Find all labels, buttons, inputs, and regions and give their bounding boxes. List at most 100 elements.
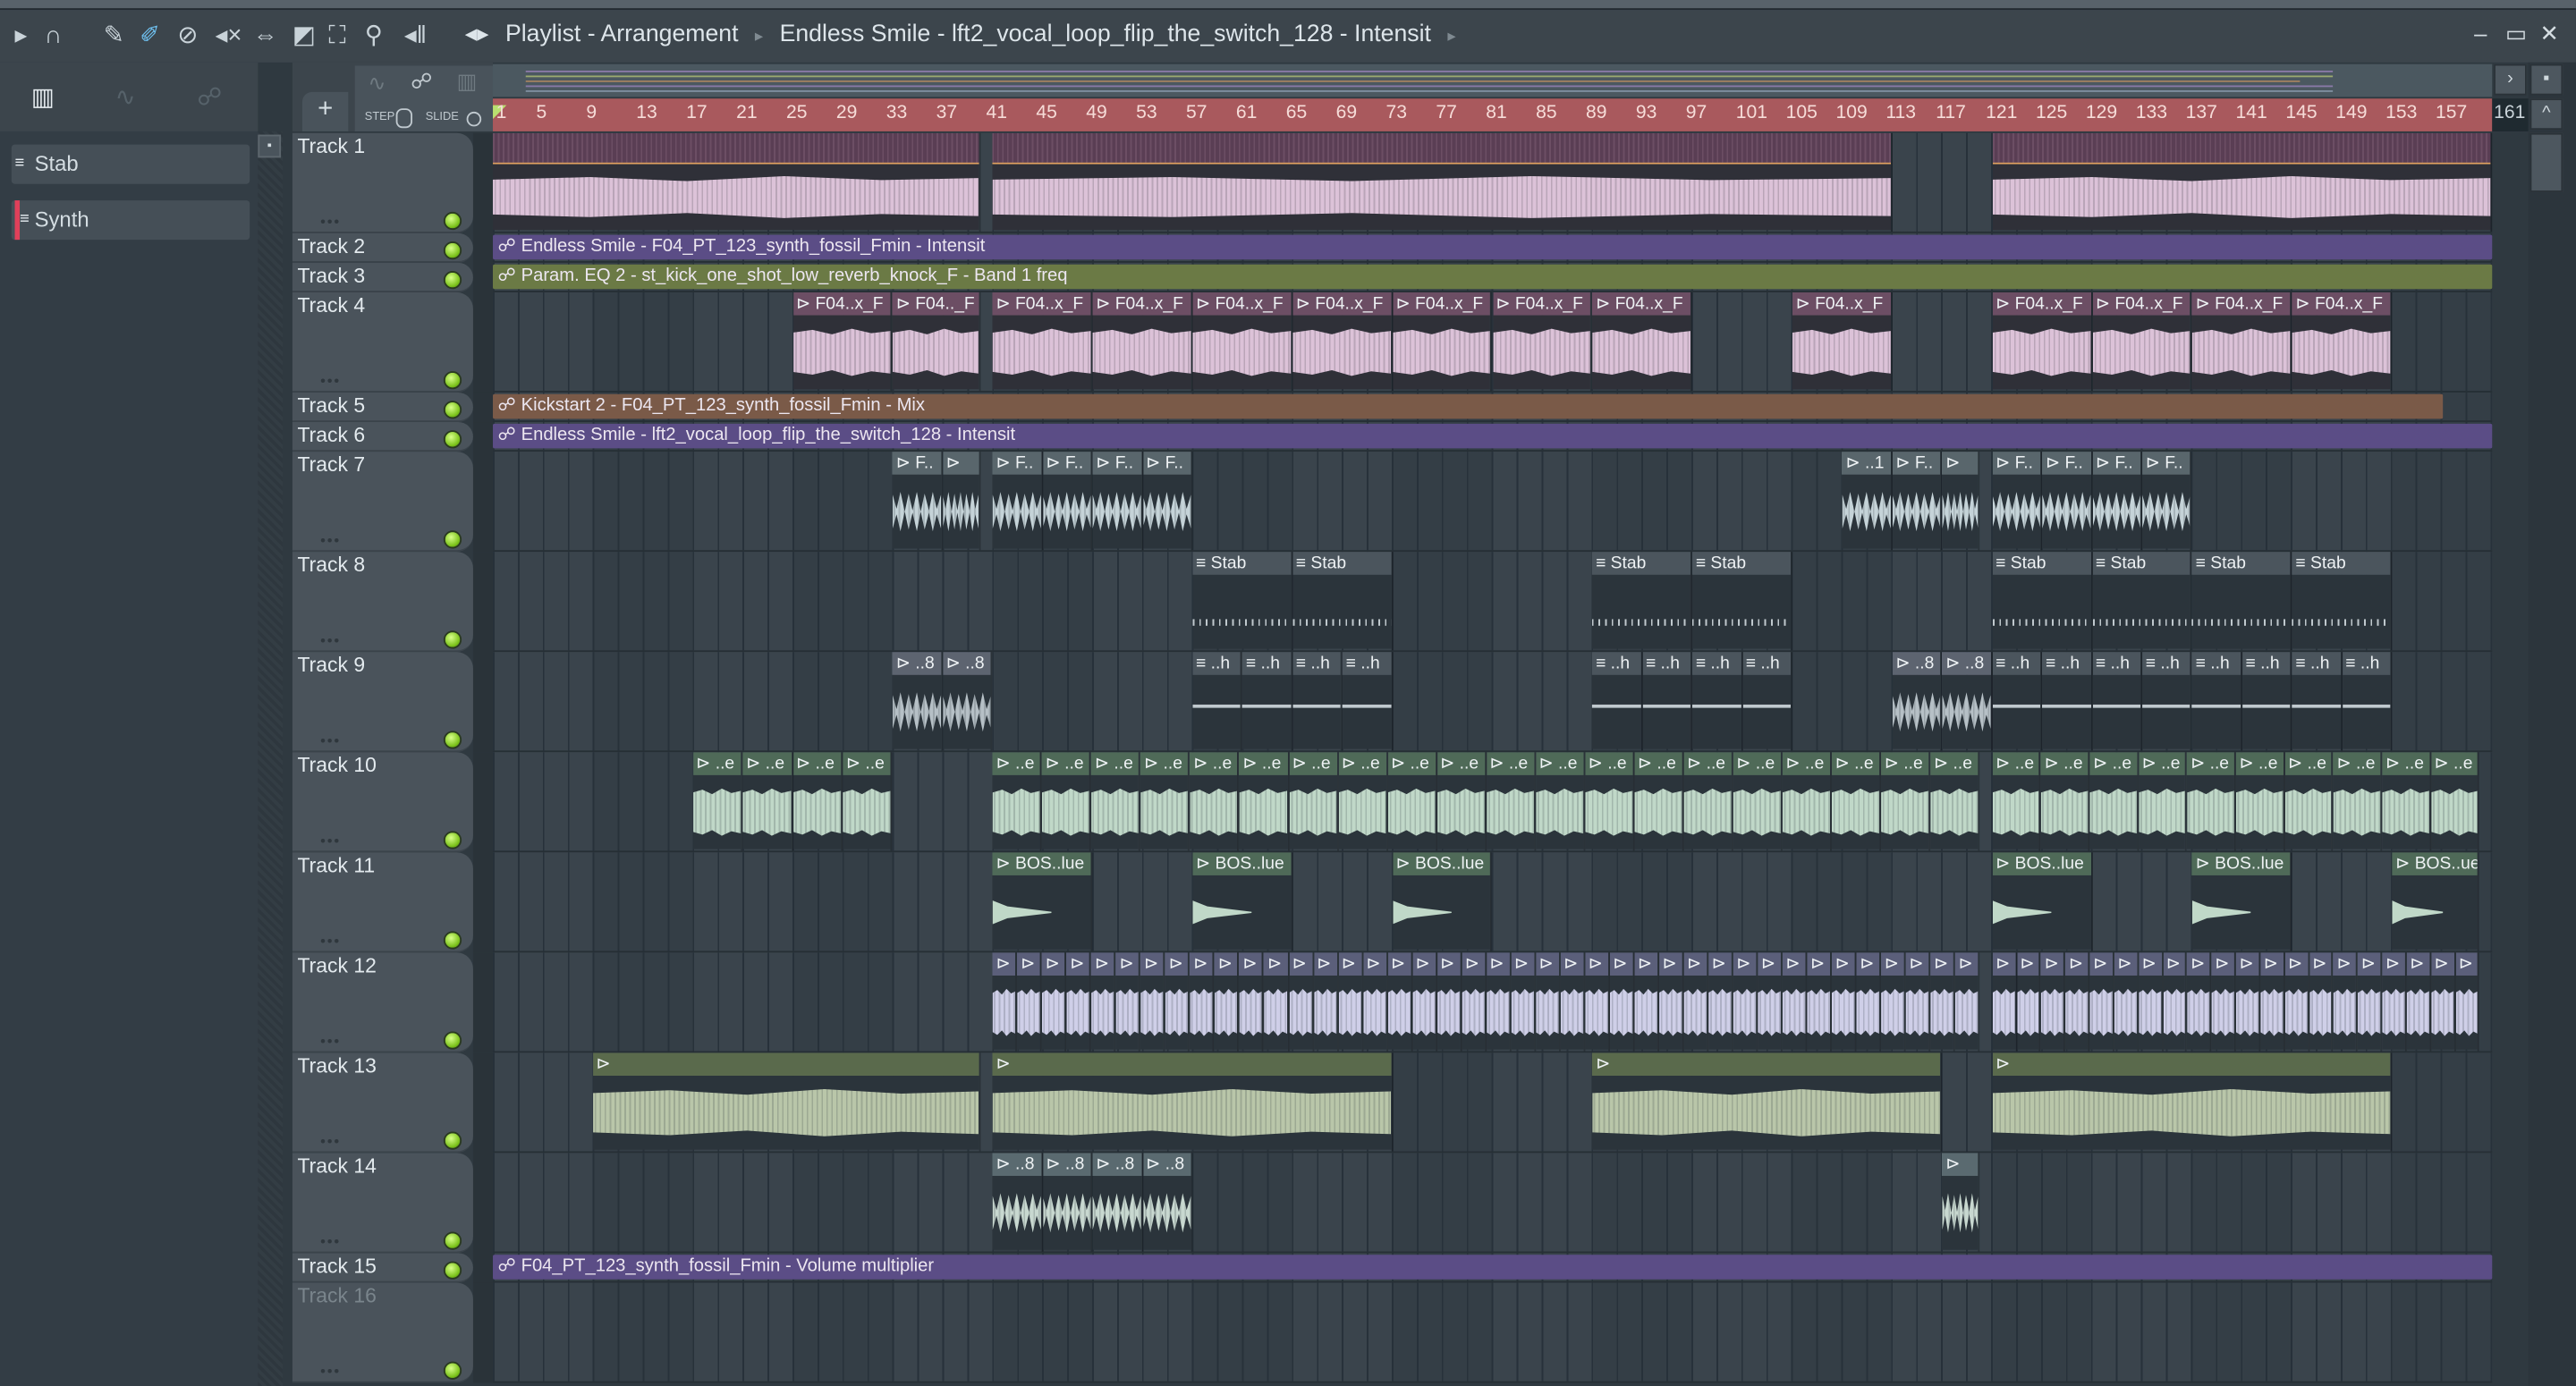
track-header[interactable]: Track 13 ••• <box>292 1052 473 1154</box>
audio-clip[interactable]: ⊳ <box>1041 952 1067 1052</box>
audio-clip[interactable]: ⊳ <box>1066 952 1092 1052</box>
audio-clip[interactable]: ⊳ F.. <box>2042 452 2093 551</box>
audio-clip[interactable]: ⊳ ..e <box>1782 752 1832 851</box>
audio-clip[interactable] <box>493 132 980 232</box>
audio-clip[interactable]: ⊳ <box>1831 952 1857 1052</box>
pattern-clip[interactable]: ≡ Stab <box>1592 552 1693 651</box>
audio-clip[interactable]: ⊳ F04..x_F <box>792 292 894 392</box>
vertical-scrollbar[interactable]: ▪ ^ <box>2528 62 2576 1386</box>
audio-clip[interactable]: ⊳ ..e <box>2138 752 2188 851</box>
pattern-clip[interactable]: ≡ Stab <box>2092 552 2192 651</box>
track-enable-led[interactable] <box>443 530 462 549</box>
picker-scrollbar[interactable] <box>258 131 283 1386</box>
track-header[interactable]: Track 4 ••• <box>292 292 473 393</box>
audio-clip[interactable]: ⊳ ..8 <box>1142 1153 1193 1252</box>
audio-clip[interactable]: ⊳ F04..x_F <box>1492 292 1593 392</box>
audio-clip[interactable]: ⊳ <box>2235 952 2261 1052</box>
audio-clip[interactable]: ⊳ <box>1436 952 1462 1052</box>
track-enable-led[interactable] <box>443 1261 462 1280</box>
audio-clip[interactable]: ⊳ ..e <box>1831 752 1882 851</box>
track-lane[interactable]: ☍ Kickstart 2 - F04_PT_123_synth_fossil_… <box>493 392 2493 423</box>
audio-clip[interactable]: ⊳ ..e <box>2187 752 2236 851</box>
track-header[interactable]: Track 10 ••• <box>292 752 473 853</box>
audio-clip[interactable]: ⊳ ..e <box>1338 752 1388 851</box>
track-enable-led[interactable] <box>443 371 462 390</box>
audio-clip[interactable]: ⊳ F.. <box>1892 452 1943 551</box>
close-button[interactable]: ✕ <box>2540 20 2560 47</box>
audio-wave-icon[interactable]: ∿ <box>368 71 386 97</box>
audio-clip[interactable]: ⊳ <box>992 1052 1393 1152</box>
audio-clip[interactable]: ⊳ ..e <box>843 752 894 851</box>
playlist-overview[interactable] <box>493 63 2493 97</box>
breadcrumb-clip[interactable]: Endless Smile - lft2_vocal_loop_flip_the… <box>780 21 1431 47</box>
audio-clip[interactable]: ⊳ <box>1707 952 1733 1052</box>
track-lane[interactable]: ⊳ ..8 ⊳ ..8 ≡ ..h ≡ ..h ≡ ..h ≡ ..h ≡ ..h ≡ ..h… <box>493 652 2493 753</box>
audio-clip[interactable]: ⊳ <box>1190 952 1216 1052</box>
track-header[interactable]: Track 6 <box>292 422 473 452</box>
audio-clip[interactable]: ⊳ F.. <box>1992 452 2043 551</box>
audio-clip[interactable]: ⊳ <box>2260 952 2285 1052</box>
audio-clip[interactable]: ⊳ ..e <box>1041 752 1092 851</box>
track-header[interactable]: Track 11 ••• <box>292 852 473 953</box>
track-header[interactable]: Track 15 <box>292 1253 473 1283</box>
audio-clip[interactable]: ⊳ ..e <box>792 752 843 851</box>
pattern-clip[interactable]: ≡ ..h <box>1292 652 1343 751</box>
audio-clip[interactable]: ⊳ ..8 <box>893 652 943 751</box>
pencil-icon[interactable]: ✎ <box>104 20 124 53</box>
pattern-clip[interactable]: ≡ ..h <box>2241 652 2292 751</box>
audio-clip[interactable]: ⊳ ..1 <box>1842 452 1893 551</box>
maximize-button[interactable]: ▭ <box>2505 20 2527 47</box>
track-enable-led[interactable] <box>443 731 462 749</box>
audio-clip[interactable]: ⊳ <box>2163 952 2188 1052</box>
paint-brush-icon[interactable]: ✐ <box>140 20 160 53</box>
track-lane[interactable]: ⊳ F.. ⊳ ⊳ F.. ⊳ F.. ⊳ F.. ⊳ F.. ⊳ ..1 ⊳ F.. ⊳ ⊳… <box>493 452 2493 553</box>
channel-synth[interactable]: ≡ Synth <box>11 200 250 241</box>
track-header[interactable]: Track 12 ••• <box>292 952 473 1053</box>
track-lane[interactable]: ⊳ BOS..lue ⊳ BOS..lue ⊳ BOS..lue ⊳ BOS..lue… <box>493 852 2493 953</box>
playback-icon[interactable]: ◂‖ <box>404 20 427 53</box>
pattern-clip[interactable]: ≡ ..h <box>1192 652 1243 751</box>
audio-clip[interactable]: ⊳ BOS..lue <box>1392 852 1493 951</box>
pattern-clip[interactable]: ≡ ..h <box>1342 652 1393 751</box>
audio-clip[interactable]: ⊳ ..e <box>1091 752 1141 851</box>
audio-clip[interactable]: ⊳ <box>1264 952 1289 1052</box>
automation-clip[interactable]: ☍ Endless Smile - lft2_vocal_loop_flip_t… <box>493 423 2493 449</box>
audio-clip[interactable]: ⊳ <box>2284 952 2309 1052</box>
audio-clip[interactable]: ⊳ <box>1683 952 1708 1052</box>
play-arrow-icon[interactable]: ▸ <box>15 20 28 53</box>
automation-icon[interactable]: ☍ <box>411 69 432 95</box>
audio-clip[interactable]: ⊳ <box>1239 952 1265 1052</box>
automation-clip[interactable]: ☍ Kickstart 2 - F04_PT_123_synth_fossil_… <box>493 393 2443 419</box>
track-header[interactable]: Track 14 ••• <box>292 1153 473 1254</box>
track-lane[interactable]: ⊳ ..8 ⊳ ..8 ⊳ ..8 ⊳ ..8 ⊳ <box>493 1153 2493 1254</box>
audio-clip[interactable]: ⊳ <box>1115 952 1141 1052</box>
audio-clip[interactable]: ⊳ F.. <box>2142 452 2192 551</box>
audio-clip[interactable]: ⊳ <box>1215 952 1240 1052</box>
scroll-up-button[interactable]: ^ <box>2529 98 2563 131</box>
audio-clip[interactable]: ⊳ F.. <box>1142 452 1193 551</box>
audio-clip[interactable]: ⊳ <box>1930 952 1955 1052</box>
audio-clip[interactable]: ⊳ ..e <box>1436 752 1487 851</box>
audio-clip[interactable]: ⊳ BOS..lue <box>1992 852 2093 951</box>
audio-clip[interactable]: ⊳ BOS..lue <box>2191 852 2292 951</box>
add-track-button[interactable]: + <box>301 91 349 131</box>
audio-clip[interactable]: ⊳ ..e <box>1683 752 1733 851</box>
audio-clip[interactable]: ⊳ F04..x_F <box>2092 292 2192 392</box>
audio-clip[interactable]: ⊳ <box>1535 952 1561 1052</box>
audio-clip[interactable]: ⊳ <box>1362 952 1388 1052</box>
audio-clip[interactable]: ⊳ ..8 <box>1092 1153 1143 1252</box>
track-options-icon[interactable]: ••• <box>320 1033 341 1049</box>
audio-clip[interactable]: ⊳ <box>992 952 1018 1052</box>
audio-clip[interactable]: ⊳ <box>1609 952 1635 1052</box>
track-enable-led[interactable] <box>443 241 462 260</box>
audio-clip[interactable]: ⊳ <box>1992 952 2017 1052</box>
pattern-clip[interactable]: ≡ ..h <box>2342 652 2393 751</box>
track-enable-led[interactable] <box>443 430 462 449</box>
audio-clip[interactable]: ⊳ <box>1585 952 1610 1052</box>
select-icon[interactable]: ⛶ <box>328 20 345 53</box>
audio-clip[interactable]: ⊳ ..e <box>1585 752 1635 851</box>
audio-clip[interactable]: ⊳ ..e <box>1387 752 1437 851</box>
audio-clip[interactable]: ⊳ <box>1954 952 1980 1052</box>
track-enable-led[interactable] <box>443 1361 462 1380</box>
pattern-clip[interactable]: ≡ Stab <box>2292 552 2393 651</box>
